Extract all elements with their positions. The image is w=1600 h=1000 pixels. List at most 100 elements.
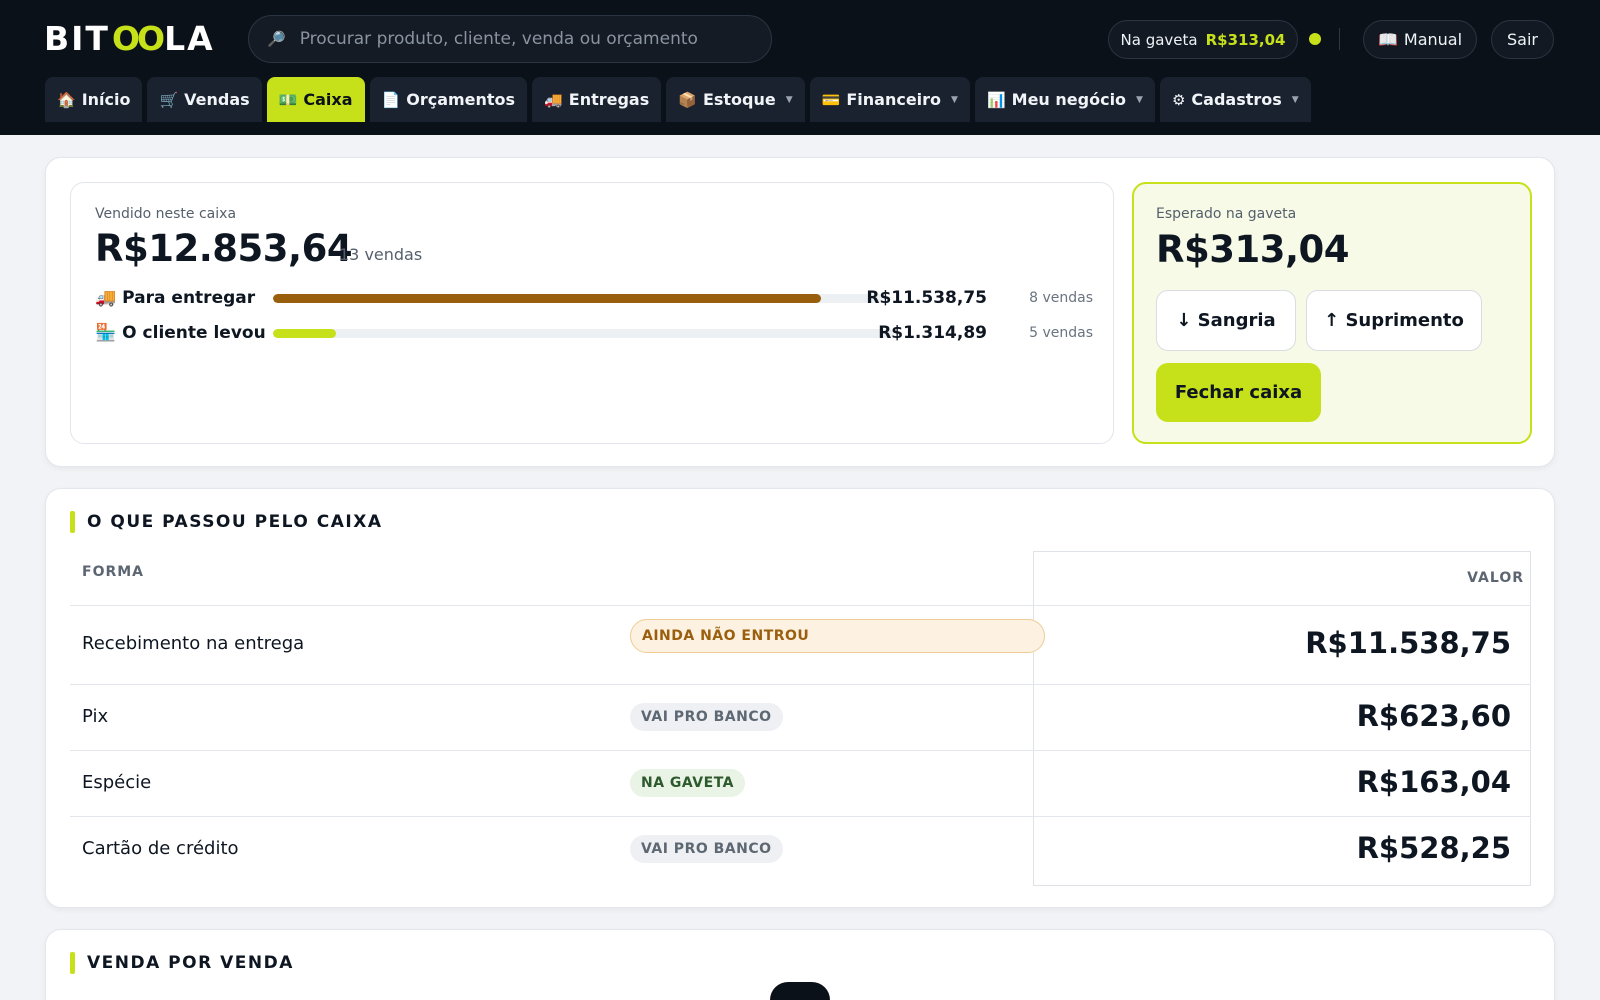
suprimento-button[interactable]: ↑ Suprimento [1306,290,1482,351]
tab-label: Cadastros [1191,90,1282,109]
tab-financeiro[interactable]: 💳 Financeiro ▼ [809,77,970,122]
breakdown-label: O cliente levou [122,323,266,343]
table-row[interactable]: Pix VAI PRO BANCO R$623,60 [70,685,1531,750]
accent-bar [70,511,75,533]
chart-icon: 📊 [986,90,1006,109]
tab-entregas[interactable]: 🚚 Entregas [532,77,662,122]
gear-icon: ⚙ [1171,90,1186,109]
sangria-label: ↓ Sangria [1176,310,1276,331]
manual-label: Manual [1403,30,1463,49]
divider [1339,28,1340,50]
tab-meu-negocio[interactable]: 📊 Meu negócio ▼ [974,77,1155,122]
chevron-down-icon: ▼ [1136,94,1143,105]
column-header-forma: FORMA [82,564,145,580]
top-bar: BITOOLA 🔎 Na gaveta R$313,04 📖 Manual Sa… [0,0,1600,135]
close-register-button[interactable]: Fechar caixa [1156,363,1321,422]
table-row[interactable]: Espécie NA GAVETA R$163,04 [70,751,1531,816]
truck-icon: 🚚 [544,90,563,109]
sold-label: Vendido neste caixa [95,206,237,222]
table-row[interactable]: Recebimento na entrega AINDA NÃO ENTROU … [70,606,1531,684]
tab-estoque[interactable]: 📦 Estoque ▼ [666,77,805,122]
section-title-text: O QUE PASSOU PELO CAIXA [87,512,383,532]
progress-track [273,293,883,303]
expected-label: Esperado na gaveta [1156,206,1297,222]
close-register-label: Fechar caixa [1174,382,1303,403]
cart-icon: 🛒 [159,90,179,109]
logo[interactable]: BIT OO LA [44,18,215,58]
sold-panel: Vendido neste caixa R$12.853,64 13 venda… [70,182,1114,444]
chevron-down-icon: ▼ [1291,94,1299,105]
home-icon: 🏠 [57,90,76,109]
status-badge: NA GAVETA [630,769,745,797]
payment-value: R$528,25 [1356,831,1511,865]
breakdown-row-delivery: 🚚 Para entregar R$11.538,75 8 vendas [95,287,1093,309]
tab-label: Entregas [568,90,650,109]
status-badge: VAI PRO BANCO [630,703,783,731]
tab-label: Caixa [303,90,353,109]
payment-method: Pix [82,706,109,727]
sangria-button[interactable]: ↓ Sangria [1156,290,1296,351]
breakdown-value: R$1.314,89 [878,323,987,343]
section-title: VENDA POR VENDA [70,952,294,974]
tab-label: Meu negócio [1011,90,1127,109]
logo-text-left: BIT [44,18,110,58]
suprimento-label: ↑ Suprimento [1324,310,1464,331]
payment-value: R$163,04 [1356,765,1511,799]
tab-label: Estoque [702,90,776,109]
box-icon: 📦 [678,90,697,109]
payment-method: Espécie [82,772,152,793]
breakdown-count: 5 vendas [1029,325,1093,341]
sold-amount: R$12.853,64 [95,227,353,270]
payment-method: Recebimento na entrega [82,633,305,654]
progress-fill [273,293,821,303]
drawer-balance-pill[interactable]: Na gaveta R$313,04 [1108,20,1298,59]
cash-summary-card: Vendido neste caixa R$12.853,64 13 venda… [45,157,1555,467]
sold-count: 13 vendas [339,245,423,264]
tab-vendas[interactable]: 🛒 Vendas [147,77,262,122]
tab-label: Vendas [184,90,250,109]
card-icon: 💳 [821,90,841,109]
breakdown-row-takeaway: 🏪 O cliente levou R$1.314,89 5 vendas [95,322,1093,344]
status-dot-icon [1309,33,1321,45]
logo-infinity: OO [111,18,165,58]
search-icon: 🔎 [267,30,286,48]
drawer-balance-label: Na gaveta [1120,30,1198,49]
payment-value: R$11.538,75 [1305,626,1511,660]
tab-cadastros[interactable]: ⚙ Cadastros ▼ [1159,77,1311,122]
chevron-down-icon: ▼ [785,94,793,105]
floating-toggle[interactable] [770,982,830,1000]
search-input[interactable] [299,29,740,49]
logout-button[interactable]: Sair [1491,20,1554,59]
section-title: O QUE PASSOU PELO CAIXA [70,511,383,533]
accent-bar [70,952,75,974]
tab-label: Início [81,90,131,109]
chevron-down-icon: ▼ [951,94,958,105]
breakdown-value: R$11.538,75 [866,288,987,308]
logo-text-right: LA [164,18,215,58]
main-nav: 🏠 Início 🛒 Vendas 💵 Caixa 📄 Orçamentos 🚚 Entr… [45,77,1311,122]
status-badge: AINDA NÃO ENTROU [630,619,1045,653]
column-header-valor: VALOR [1467,570,1524,586]
table-row[interactable]: Cartão de crédito VAI PRO BANCO R$528,25 [70,817,1531,882]
document-icon: 📄 [381,90,401,109]
breakdown-label: Para entregar [122,288,256,308]
progress-fill [273,328,337,338]
section-title-text: VENDA POR VENDA [87,953,294,973]
search-box[interactable]: 🔎 [248,15,772,63]
money-icon: 💵 [278,90,298,109]
tab-inicio[interactable]: 🏠 Início [45,77,143,122]
tab-orcamentos[interactable]: 📄 Orçamentos [369,77,528,122]
payments-card: O QUE PASSOU PELO CAIXA FORMA VALOR Rece… [45,488,1555,908]
store-icon: 🏪 [95,323,117,343]
drawer-balance-amount: R$313,04 [1205,30,1286,49]
payment-method: Cartão de crédito [82,838,239,859]
truck-icon: 🚚 [95,288,117,308]
tab-caixa[interactable]: 💵 Caixa [266,77,365,122]
progress-track [273,328,894,338]
payment-value: R$623,60 [1356,699,1511,733]
tab-label: Financeiro [846,90,942,109]
manual-button[interactable]: 📖 Manual [1363,20,1477,59]
expected-amount: R$313,04 [1156,228,1350,271]
book-icon: 📖 [1377,30,1398,49]
logout-label: Sair [1507,30,1538,49]
